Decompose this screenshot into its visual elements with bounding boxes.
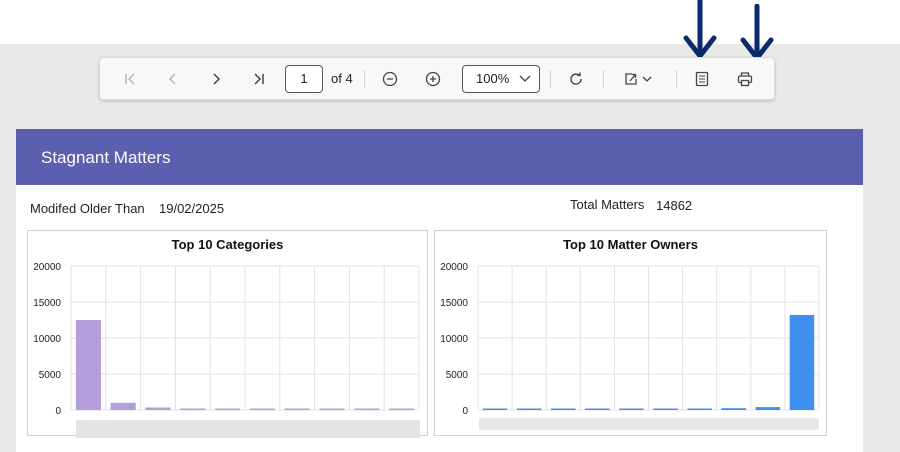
zoom-in-icon: [425, 71, 441, 87]
export-icon: [625, 73, 652, 85]
report-viewer-toolbar: 1 of 4 100%: [99, 57, 775, 100]
report-header: Stagnant Matters: [16, 129, 863, 185]
chart-bar: [687, 408, 712, 410]
zoom-out-button[interactable]: [376, 66, 404, 92]
top-matter-owners-chart-plot: 0 5000 10000 15000 20000: [440, 262, 820, 417]
refresh-button[interactable]: [562, 66, 590, 92]
zoom-value: 100%: [476, 71, 510, 86]
y-tick-label: 5000: [446, 370, 469, 381]
y-tick-label: 10000: [440, 334, 468, 345]
chart-bar: [110, 402, 136, 410]
zoom-out-icon: [382, 71, 398, 87]
chart-bar: [516, 408, 542, 410]
chart-bar: [653, 408, 678, 410]
y-tick-label: 10000: [33, 334, 61, 345]
chart-bar: [585, 408, 610, 410]
previous-page-button[interactable]: [159, 66, 187, 92]
printer-icon: [737, 72, 753, 87]
next-page-button[interactable]: [202, 66, 230, 92]
chart-bar: [75, 320, 101, 410]
refresh-icon: [570, 72, 582, 85]
top-matter-owners-chart: Top 10 Matter Owners 0 5000 10000 15000 2000…: [434, 230, 827, 436]
chart-bar: [550, 408, 576, 410]
chart-bar: [215, 408, 241, 410]
print-layout-button[interactable]: [688, 66, 716, 92]
chart-bar: [389, 408, 415, 410]
page-count-label: of 4: [331, 71, 353, 86]
top-categories-chart-plot: 0 5000 10000 15000 20000: [33, 262, 420, 417]
y-tick-label: 5000: [39, 370, 62, 381]
chart-bar: [284, 408, 310, 410]
chevron-right-icon: [213, 73, 221, 85]
chart-bar: [145, 407, 171, 410]
print-button[interactable]: [731, 66, 759, 92]
chart-bar: [180, 408, 206, 410]
chart-bar: [721, 408, 747, 410]
y-tick-label: 15000: [440, 298, 468, 309]
report-title: Stagnant Matters: [41, 148, 171, 167]
first-page-icon: [125, 73, 135, 85]
toolbar-divider: [603, 70, 604, 88]
chart-bar: [789, 314, 815, 410]
chart-bar: [319, 408, 345, 410]
modified-older-than-label: Modifed Older Than: [30, 201, 145, 216]
redacted-category-labels: [76, 420, 420, 438]
chart-bar: [482, 408, 508, 410]
zoom-in-button[interactable]: [419, 66, 447, 92]
document-icon: [695, 71, 709, 87]
total-matters-label: Total Matters: [570, 197, 645, 212]
y-tick-label: 0: [55, 406, 61, 417]
y-tick-label: 0: [462, 406, 468, 417]
chevron-down-icon: [519, 75, 531, 82]
first-page-button[interactable]: [116, 66, 144, 92]
chart-bar: [755, 407, 781, 410]
chart-bar: [249, 408, 275, 410]
total-matters-value: 14862: [656, 198, 693, 213]
modified-older-than-value: 19/02/2025: [159, 201, 225, 216]
last-page-button[interactable]: [245, 66, 273, 92]
toolbar-divider: [676, 70, 677, 88]
y-tick-label: 15000: [33, 298, 61, 309]
chart-bar: [354, 408, 380, 410]
top-categories-chart: Top 10 Categories 0 5000 10000 15000 20000: [27, 230, 428, 438]
zoom-select[interactable]: 100%: [462, 65, 540, 93]
last-page-icon: [254, 73, 264, 85]
redacted-owner-labels: [479, 418, 819, 430]
chevron-left-icon: [168, 73, 176, 85]
y-tick-label: 20000: [440, 262, 468, 273]
page-number-input[interactable]: 1: [285, 65, 323, 93]
toolbar-divider: [550, 70, 551, 88]
toolbar-divider: [364, 70, 365, 88]
chart-bar: [619, 408, 644, 410]
y-tick-label: 20000: [33, 262, 61, 273]
annotation-arrow-icon: [683, 0, 717, 59]
report-page: Stagnant Matters Modifed Older Than 19/0…: [16, 129, 863, 452]
export-button[interactable]: [620, 66, 658, 92]
